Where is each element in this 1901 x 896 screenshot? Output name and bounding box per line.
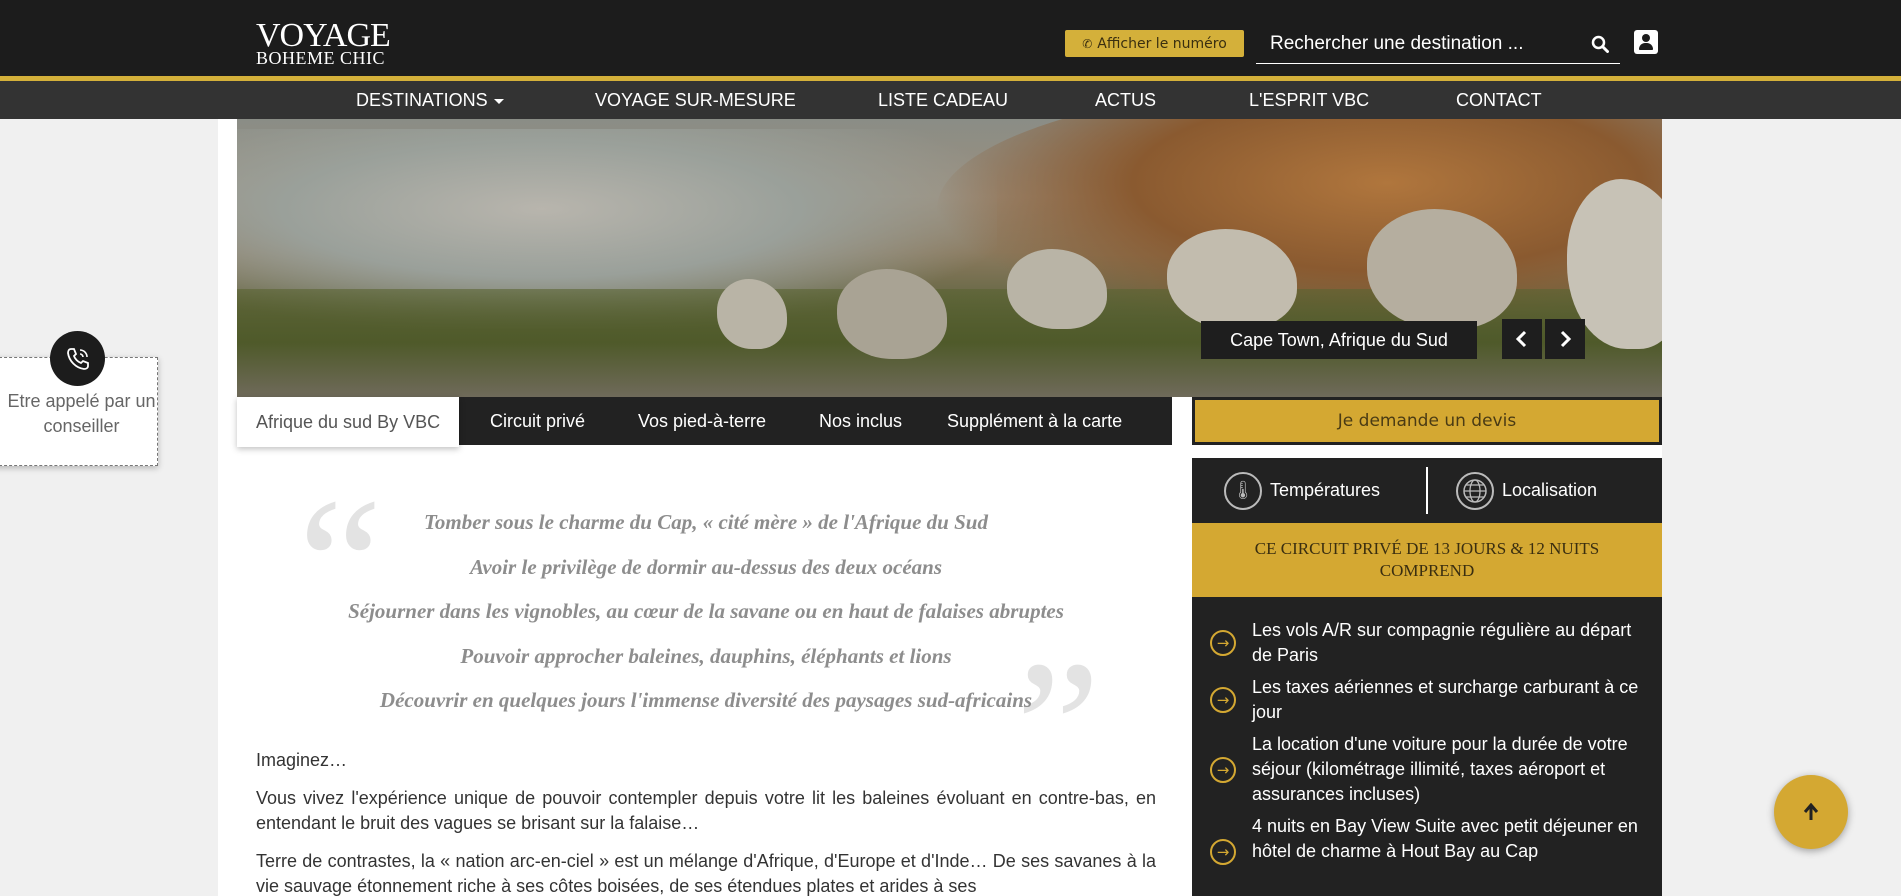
logo-line-1: VOYAGE [256,17,391,54]
hero-caption: Cape Town, Afrique du Sud [1201,321,1477,359]
show-phone-label: Afficher le numéro [1097,35,1227,52]
quote-request-button[interactable]: Je demande un devis [1195,400,1659,442]
carousel-next-button[interactable] [1545,319,1585,359]
main-nav: DESTINATIONS VOYAGE SUR-MESURE LISTE CAD… [0,81,1901,119]
arrow-right-icon: → [1210,687,1236,713]
tab-circuit-prive[interactable]: Circuit privé [490,397,585,445]
search-input[interactable]: Rechercher une destination ... [1256,24,1620,64]
trip-sidebar: 🌡 Températures Localisation CE CIRCUIT P… [1192,458,1662,896]
logo-line-2: BOHEME CHIC [256,47,386,68]
phone-call-icon[interactable] [50,331,105,386]
tab-temperatures-label: Températures [1270,480,1381,500]
highlights-quote: Tomber sous le charme du Cap, « cité mèr… [256,500,1156,723]
tab-temperatures[interactable]: 🌡 Températures [1224,468,1380,513]
tab-localisation[interactable]: Localisation [1456,468,1597,513]
paragraph: Vous vivez l'expérience unique de pouvoi… [256,788,1156,833]
thermometer-icon: 🌡 [1224,471,1262,510]
arrow-up-icon [1803,803,1819,820]
paragraph: Imaginez… [256,750,348,770]
quote-line: Avoir le privilège de dormir au-dessus d… [469,554,943,579]
tab-nos-inclus[interactable]: Nos inclus [819,397,902,445]
quote-line: Séjourner dans les vignobles, au cœur de… [348,599,1064,623]
tab-pied-a-terre[interactable]: Vos pied-à-terre [638,397,766,445]
nav-item-voyage-sur-mesure[interactable]: VOYAGE SUR-MESURE [595,90,796,111]
list-item-text: Les vols A/R sur compagnie régulière au … [1252,620,1632,665]
nav-item-liste-cadeau[interactable]: LISTE CADEAU [878,90,1008,111]
globe-icon [1456,471,1494,510]
site-logo[interactable]: VOYAGE BOHEME CHIC [256,17,391,68]
tab-divider [1426,467,1428,514]
list-item-text: La location d'une voiture pour la durée … [1252,734,1628,804]
arrow-right-icon: → [1210,630,1236,656]
carousel-prev-button[interactable] [1502,319,1542,359]
phone-icon: ✆ [1082,36,1093,51]
nav-item-actus[interactable]: ACTUS [1095,90,1156,111]
chevron-down-icon [493,98,504,104]
search-placeholder: Rechercher une destination ... [1270,32,1524,54]
account-icon[interactable] [1634,30,1658,54]
tab-localisation-label: Localisation [1502,480,1598,500]
quote-line: Tomber sous le charme du Cap, « cité mèr… [424,510,988,534]
list-item-text: Les taxes aériennes et surcharge carbura… [1252,677,1639,722]
nav-item-contact[interactable]: CONTACT [1456,90,1542,111]
chevron-left-icon [1515,330,1527,348]
arrow-right-icon: → [1210,839,1236,865]
show-phone-button[interactable]: ✆ Afficher le numéro [1065,30,1244,57]
tab-afrique-du-sud[interactable]: Afrique du sud By VBC [237,397,460,447]
list-item-text: 4 nuits en Bay View Suite avec petit déj… [1252,816,1638,861]
arrow-right-icon: → [1210,757,1236,783]
sidebar-heading: CE CIRCUIT PRIVÉ DE 13 JOURS & 12 NUITS … [1192,523,1662,597]
top-header: VOYAGE BOHEME CHIC ✆ Afficher le numéro … [0,0,1901,76]
quote-line: Découvrir en quelques jours l'immense di… [379,688,1033,712]
nav-item-destinations[interactable]: DESTINATIONS [356,90,504,111]
quote-line: Pouvoir approcher baleines, dauphins, él… [460,643,952,668]
article-body: Imaginez… Vous vivez l'expérience unique… [256,748,1156,896]
paragraph: Terre de contrastes, la « nation arc-en-… [256,851,1156,896]
content-tabs: Afrique du sud By VBC Circuit privé Vos … [237,397,1172,447]
search-icon[interactable] [1580,35,1620,53]
chevron-right-icon [1560,330,1572,348]
quote-request-wrap: Je demande un devis [1192,397,1662,445]
tab-supplement[interactable]: Supplément à la carte [947,397,1122,445]
nav-item-esprit-vbc[interactable]: L'ESPRIT VBC [1249,90,1369,111]
back-to-top-button[interactable] [1774,775,1848,849]
call-me-label: Etre appelé par un conseiller [7,391,156,436]
